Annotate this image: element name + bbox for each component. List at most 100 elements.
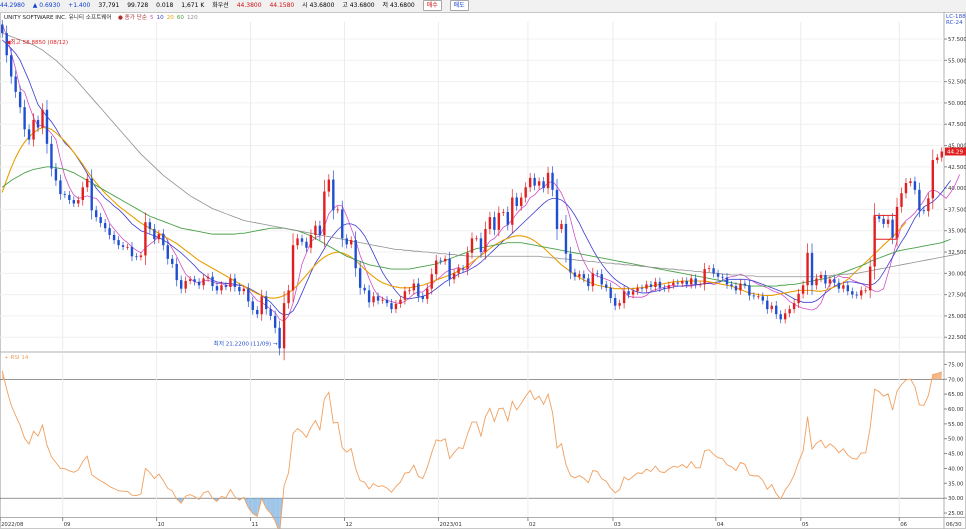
candle-body [757, 296, 760, 298]
candle-body [23, 107, 26, 130]
candle-body [479, 238, 483, 253]
candle [868, 258, 872, 299]
candle [162, 228, 165, 251]
price-tick-label: 22.500 [948, 335, 966, 341]
candle-body [855, 294, 858, 296]
candle-body [886, 219, 890, 224]
sell-button[interactable]: 매도 [449, 0, 469, 11]
candle-body [766, 300, 769, 310]
candle-body [475, 238, 478, 240]
candle-body [179, 280, 183, 289]
chart-title: UNITY SOFTWARE INC. 유니티 소프트웨어 [4, 13, 112, 21]
candle [81, 181, 84, 206]
candle-body [211, 276, 214, 287]
candle-body [605, 284, 608, 288]
candle [927, 192, 930, 217]
candle-body [546, 172, 550, 189]
candle [14, 70, 17, 98]
candle-body [291, 245, 295, 291]
candle-body [278, 327, 281, 349]
candle-body [54, 168, 58, 181]
candle-body [273, 315, 277, 328]
candle [318, 220, 322, 240]
candle-body [685, 280, 688, 285]
candle-body [645, 284, 648, 289]
rsi-tick-label: 30.00 [948, 496, 964, 502]
candle [846, 281, 850, 296]
candle [936, 153, 939, 164]
candle-body [41, 109, 44, 128]
candle-body [32, 119, 35, 140]
candle-body [332, 179, 335, 211]
candle-body [667, 285, 671, 289]
candle-body [743, 283, 747, 286]
buy-button[interactable]: 매수 [422, 0, 442, 11]
bid-price: 44.1580 [269, 2, 295, 9]
candle-body [345, 238, 348, 245]
candle [855, 291, 858, 299]
time-tick-label: 2022/08 [1, 522, 24, 528]
candle-body [770, 305, 773, 310]
candle [663, 284, 666, 292]
candle-body [287, 290, 290, 304]
candle [63, 190, 67, 199]
candle-body [300, 238, 304, 242]
candle [197, 278, 201, 289]
candle [350, 236, 353, 249]
candle [457, 264, 460, 278]
candle-body [256, 309, 259, 315]
candle [461, 265, 465, 273]
candle-body [694, 278, 697, 285]
candle [94, 205, 98, 222]
time-tick-label: 11 [252, 522, 259, 528]
candle [716, 269, 720, 281]
candle-body [435, 260, 438, 275]
candle-body [466, 252, 469, 270]
candle-body [672, 282, 675, 286]
candle [860, 286, 863, 300]
candle-body [139, 255, 143, 258]
candle-body [372, 296, 375, 303]
candle [229, 273, 232, 292]
candle [931, 149, 935, 210]
candle [439, 257, 442, 265]
candle-body [596, 273, 599, 275]
candle-body [676, 282, 680, 284]
candle [417, 278, 420, 302]
candle [72, 196, 76, 208]
chart-area[interactable]: 57.50055.00052.50050.00047.50045.00042.5… [0, 12, 966, 529]
candle-body [390, 303, 393, 310]
candle-body [90, 178, 93, 211]
candle-body [542, 181, 545, 189]
candle-body [681, 280, 684, 284]
candle [126, 243, 129, 250]
candle-body [72, 200, 76, 204]
candle-body [215, 286, 219, 291]
candle-body [305, 241, 308, 248]
candle-body [658, 281, 662, 288]
rsi-tick-label: 55.00 [948, 422, 964, 428]
value-c: 1,671 K [181, 2, 205, 9]
candle [909, 177, 912, 187]
price-tick-label: 37.500 [948, 207, 966, 213]
candle [399, 295, 402, 308]
candle [524, 182, 527, 203]
candle [139, 252, 143, 261]
candle-body [376, 296, 380, 301]
candle [363, 284, 366, 294]
price-tick-label: 25.000 [948, 314, 966, 320]
candle [792, 298, 796, 314]
candle-body [936, 157, 939, 161]
candle [99, 212, 102, 228]
candle-body [909, 181, 912, 184]
candle-body [792, 303, 796, 310]
candle-body [358, 268, 362, 288]
candle-body [506, 211, 509, 225]
candle-body [9, 55, 13, 77]
time-tick-label: 12 [345, 522, 352, 528]
last-price-tag: 44.29 [947, 150, 963, 156]
candle-body [59, 180, 62, 195]
candle-body [649, 284, 653, 287]
ma-legend-label: ● 종가 단순 [118, 13, 147, 21]
ma-legend-period-120: 120 [187, 15, 198, 21]
